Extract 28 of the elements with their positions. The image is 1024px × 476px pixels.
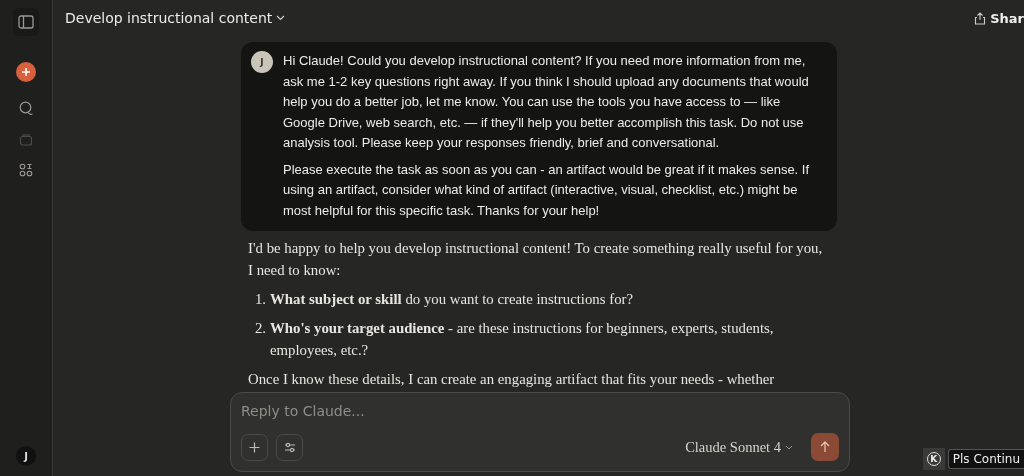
arrow-up-icon (820, 441, 830, 453)
response-paragraph: I'd be happy to help you develop instructional content! To create something really useful for you, I need to know: (248, 239, 824, 280)
share-button[interactable]: Shar (974, 10, 1024, 26)
list-number: 1. (253, 290, 266, 309)
response-paragraph: Once I know these details, I can create an engaging artifact that fits your needs - whether (248, 370, 776, 389)
message-paragraph: Please execute the task as soon as you can - an artifact would be great if it makes sense. If using an artifact, consider what kind of artifact (interactive, visual, checklist, etc.) might be most helpful for this specific task. Thanks for your help! (283, 160, 811, 220)
settings-button[interactable] (276, 433, 303, 461)
reply-input[interactable]: Reply to Claude... (241, 403, 839, 419)
plus-icon (21, 67, 31, 77)
plus-icon (249, 441, 260, 453)
send-button[interactable] (811, 433, 839, 461)
list-item-text: What subject or skill do you want to create instructions for? (270, 290, 634, 309)
list-number: 2. (253, 319, 266, 338)
model-selector[interactable]: Claude Sonnet 4 (685, 438, 793, 456)
user-avatar[interactable]: J (16, 446, 36, 466)
continue-button[interactable]: Pls Continu (947, 449, 1024, 469)
user-avatar: J (251, 51, 273, 73)
chevron-down-icon (276, 15, 286, 21)
add-button[interactable] (241, 433, 268, 461)
chevron-down-icon (785, 444, 793, 450)
new-chat-button[interactable] (16, 62, 36, 82)
sidebar-toggle-icon[interactable] (13, 8, 39, 36)
chat-title[interactable]: Develop instructional content (65, 10, 286, 26)
share-icon (974, 11, 987, 25)
list-item-text: Who's your target audience - are these instructions for beginners, experts, students, employees, etc.? (270, 319, 775, 360)
message-paragraph: Hi Claude! Could you develop instructional content? If you need more information from me, ask me 1-2 key questions right away. If you think I should upload any documents that would help you do a better job, let me know. You can use the tools you have access to — like Google Drive, web search, etc. — if they'll help you better accomplish this task. Do not use analysis tool. Please keep your responses friendly, brief and conversational. (283, 52, 810, 152)
extension-button[interactable]: K (922, 448, 945, 470)
sliders-icon (283, 441, 296, 453)
